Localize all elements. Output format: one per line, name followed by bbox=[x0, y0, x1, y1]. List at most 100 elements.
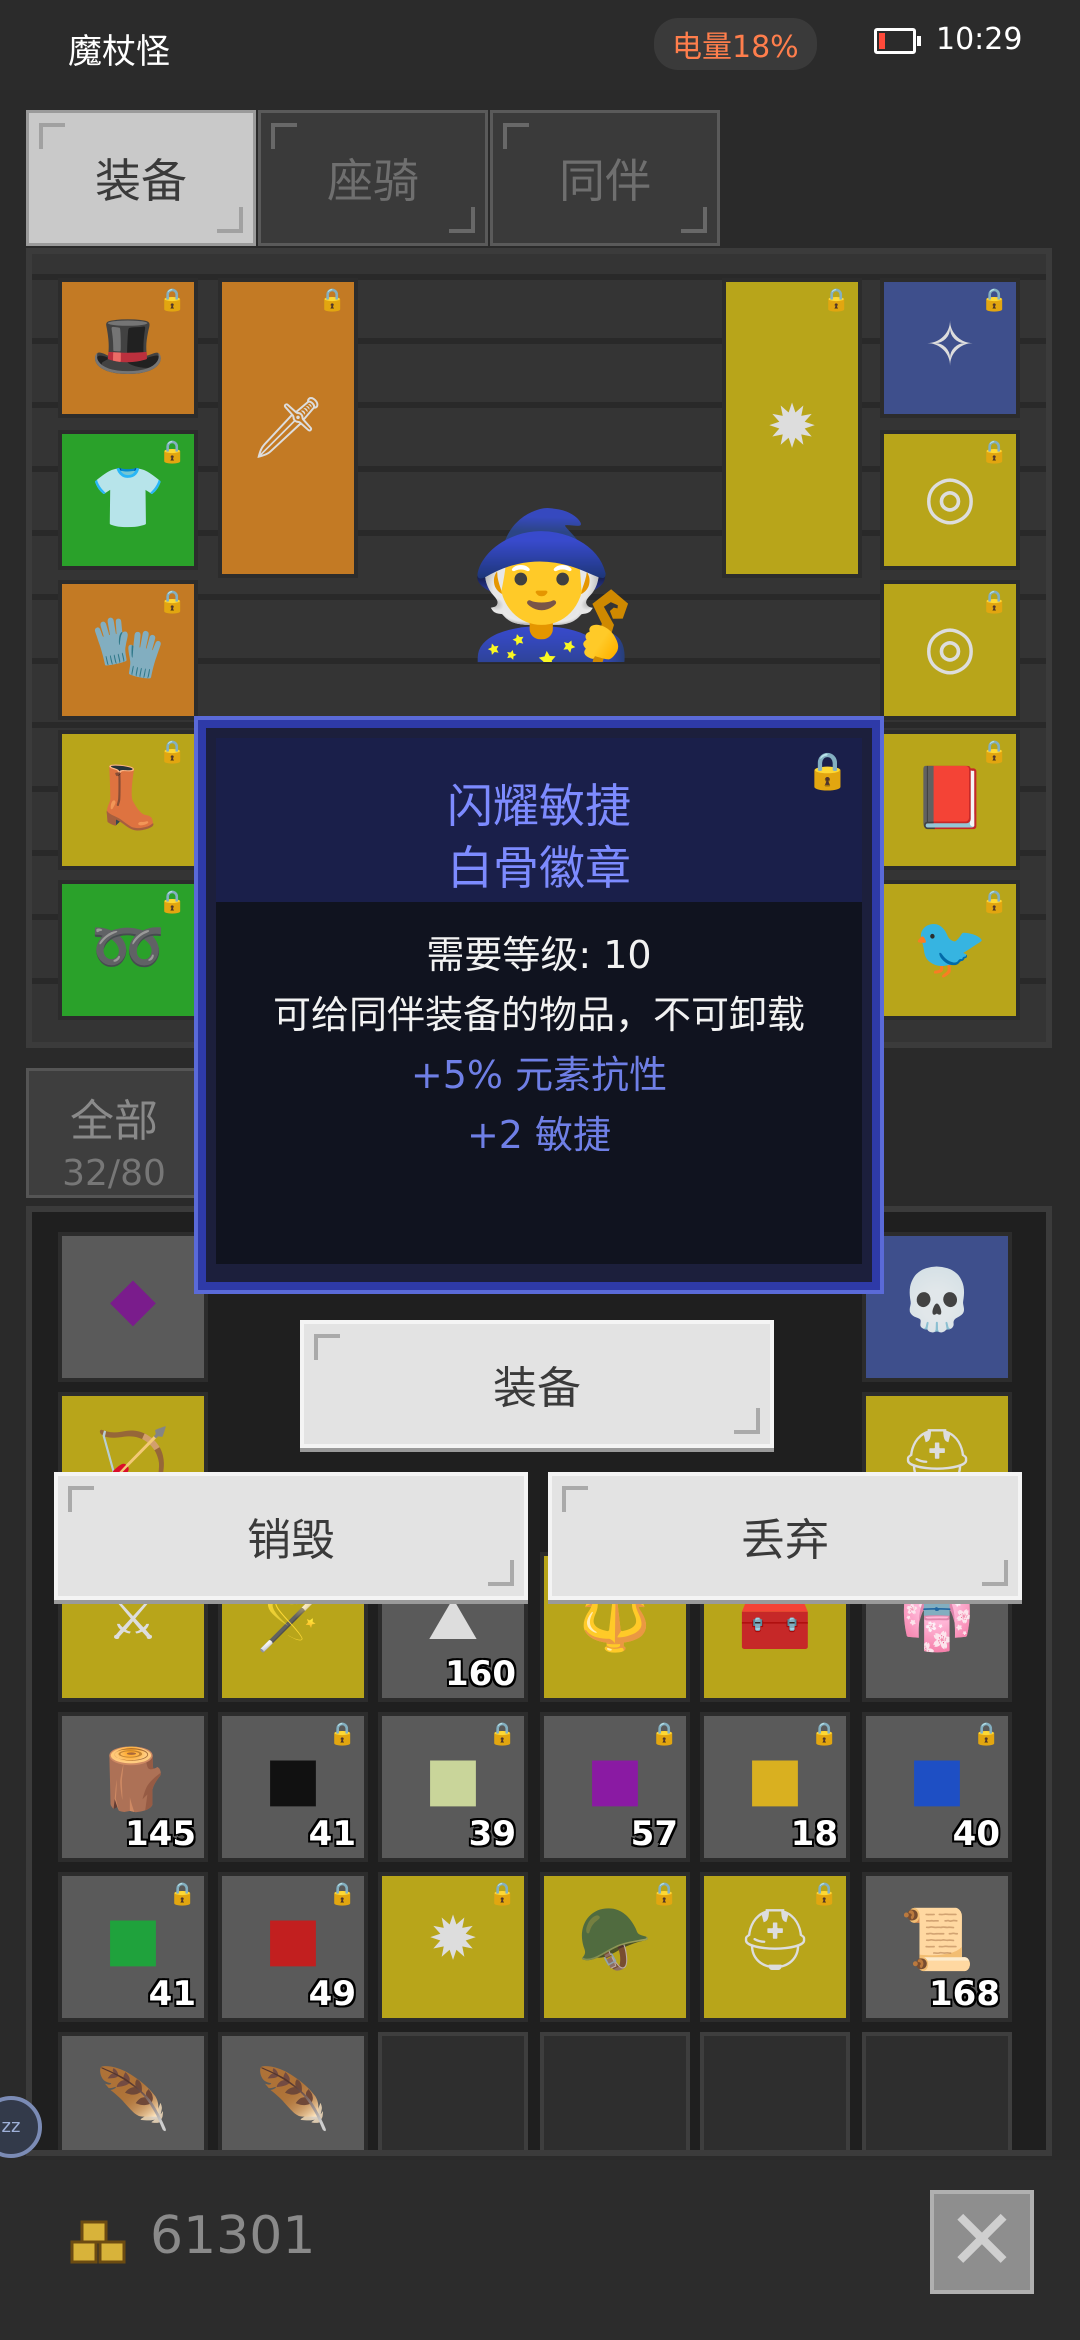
spiked-ball-icon: ✹ bbox=[766, 392, 818, 462]
stat-elemental-resistance: +5% 元素抗性 bbox=[410, 1053, 668, 1097]
lock-icon: 🔒 bbox=[980, 740, 1008, 765]
crystal-icon: ■ bbox=[424, 1744, 482, 1814]
tab-mount-label: 座骑 bbox=[327, 154, 419, 208]
cap-icon: 🪖 bbox=[577, 1905, 653, 1975]
lock-icon: 🔒 bbox=[650, 1882, 678, 1907]
inventory-item[interactable]: ■ 🔒 18 bbox=[700, 1712, 850, 1862]
inventory-item[interactable]: ■ 🔒 40 bbox=[862, 1712, 1012, 1862]
weapon-slot[interactable]: 🗡 🔒 bbox=[218, 278, 358, 578]
armor-slot[interactable]: 👕 🔒 bbox=[58, 430, 198, 570]
gold-amount: 61301 bbox=[150, 2206, 316, 2266]
item-count: 145 bbox=[125, 1814, 196, 1854]
feather-icon: 🪶 bbox=[95, 2065, 171, 2135]
item-count: 168 bbox=[929, 1974, 1000, 2014]
inventory-item[interactable]: 🪶 bbox=[218, 2032, 368, 2150]
amethyst-icon: ■ bbox=[586, 1744, 644, 1814]
lock-icon: 🔒 bbox=[980, 890, 1008, 915]
item-name: 白骨徽章 bbox=[447, 841, 631, 895]
inventory-item[interactable]: ✹ 🔒 bbox=[378, 1872, 528, 2022]
book-icon: 📕 bbox=[912, 763, 988, 833]
lock-icon: 🔒 bbox=[328, 1722, 356, 1747]
belt-slot[interactable]: ➿ 🔒 bbox=[58, 880, 198, 1020]
lock-icon: 🔒 bbox=[158, 740, 186, 765]
equip-button[interactable]: 装备 bbox=[300, 1320, 774, 1448]
helmet-slot[interactable]: 🎩 🔒 bbox=[58, 278, 198, 418]
filter-all-tab[interactable]: 全部 32/80 bbox=[26, 1068, 202, 1198]
inventory-item[interactable]: ■ 🔒 39 bbox=[378, 1712, 528, 1862]
close-button[interactable]: ✕ bbox=[930, 2190, 1034, 2294]
equip-button-label: 装备 bbox=[493, 1363, 581, 1414]
lock-icon: 🔒 bbox=[650, 1722, 678, 1747]
clock: 10:29 bbox=[936, 22, 1023, 57]
spiked-ball-icon: ✹ bbox=[427, 1904, 479, 1974]
pet-slot[interactable]: 🐦 🔒 bbox=[880, 880, 1020, 1020]
close-icon: ✕ bbox=[946, 2191, 1018, 2289]
inventory-item[interactable]: 🪶 bbox=[58, 2032, 208, 2150]
wood-icon: 🪵 bbox=[95, 1745, 171, 1815]
lock-icon: 🔒 bbox=[822, 288, 850, 313]
lock-icon: 🔒 bbox=[168, 1882, 196, 1907]
lock-icon: 🔒 bbox=[980, 288, 1008, 313]
discard-button[interactable]: 丢弃 bbox=[548, 1472, 1022, 1600]
inventory-item[interactable]: ■ 🔒 57 bbox=[540, 1712, 690, 1862]
inventory-item[interactable]: 🪖 🔒 bbox=[540, 1872, 690, 2022]
inventory-item[interactable]: ■ 🔒 41 bbox=[58, 1872, 208, 2022]
item-prefix-name: 闪耀敏捷 bbox=[447, 779, 631, 833]
inventory-item[interactable]: ■ 🔒 41 bbox=[218, 1712, 368, 1862]
lock-icon: 🔒 bbox=[158, 288, 186, 313]
tab-equipment[interactable]: 装备 bbox=[26, 110, 256, 246]
boots-icon: 👢 bbox=[90, 763, 166, 833]
empty-slot[interactable] bbox=[540, 2032, 690, 2150]
book-slot[interactable]: 📕 🔒 bbox=[880, 730, 1020, 870]
scroll-icon: 📜 bbox=[899, 1905, 975, 1975]
gold-coins-icon bbox=[70, 2220, 126, 2264]
coal-icon: ■ bbox=[264, 1744, 322, 1814]
lock-icon: 🔒 bbox=[810, 1722, 838, 1747]
item-count: 40 bbox=[952, 1814, 1000, 1854]
amulet-slot[interactable]: ✧ 🔒 bbox=[880, 278, 1020, 418]
item-count: 160 bbox=[445, 1654, 516, 1694]
item-count: 18 bbox=[790, 1814, 838, 1854]
inventory-count: 32/80 bbox=[62, 1153, 166, 1194]
inventory-item[interactable]: ⛑ 🔒 bbox=[700, 1872, 850, 2022]
lock-icon: 🔒 bbox=[158, 590, 186, 615]
ring-slot-2[interactable]: ◎ 🔒 bbox=[880, 580, 1020, 720]
destroy-button-label: 销毁 bbox=[247, 1515, 335, 1566]
gem-icon: ◆ bbox=[109, 1264, 157, 1334]
feather-icon: 🪶 bbox=[255, 2065, 331, 2135]
filter-all-label: 全部 bbox=[70, 1096, 158, 1147]
discard-button-label: 丢弃 bbox=[741, 1515, 829, 1566]
lock-icon: 🔒 bbox=[488, 1722, 516, 1747]
gloves-slot[interactable]: 🧤 🔒 bbox=[58, 580, 198, 720]
skull-icon: 💀 bbox=[899, 1265, 975, 1335]
inventory-item[interactable]: 💀 bbox=[862, 1232, 1012, 1382]
app-name: 魔杖怪 bbox=[68, 32, 170, 72]
tab-mount[interactable]: 座骑 bbox=[258, 110, 488, 246]
empty-slot[interactable] bbox=[862, 2032, 1012, 2150]
offhand-slot[interactable]: ✹ 🔒 bbox=[722, 278, 862, 578]
lock-icon: 🔒 bbox=[972, 1722, 1000, 1747]
amulet-icon: ✧ bbox=[924, 310, 976, 380]
inventory-item[interactable]: 📜 168 bbox=[862, 1872, 1012, 2022]
inventory-item[interactable]: ◆ bbox=[58, 1232, 208, 1382]
lock-icon: 🔒 bbox=[158, 890, 186, 915]
lock-icon: 🔒 bbox=[318, 288, 346, 313]
bird-icon: 🐦 bbox=[912, 913, 988, 983]
belt-icon: ➿ bbox=[90, 913, 166, 983]
item-count: 41 bbox=[308, 1814, 356, 1854]
empty-slot[interactable] bbox=[378, 2032, 528, 2150]
tab-companion[interactable]: 同伴 bbox=[490, 110, 720, 246]
battery-percentage: 电量18% bbox=[654, 18, 817, 70]
ring-slot-1[interactable]: ◎ 🔒 bbox=[880, 430, 1020, 570]
destroy-button[interactable]: 销毁 bbox=[54, 1472, 528, 1600]
lock-icon: 🔒 bbox=[158, 440, 186, 465]
battery-icon bbox=[874, 28, 921, 54]
inventory-item[interactable]: ■ 🔒 49 bbox=[218, 1872, 368, 2022]
emerald-icon: ■ bbox=[104, 1904, 162, 1974]
empty-slot[interactable] bbox=[700, 2032, 850, 2150]
boots-slot[interactable]: 👢 🔒 bbox=[58, 730, 198, 870]
item-count: 41 bbox=[148, 1974, 196, 2014]
inventory-item[interactable]: 🪵 145 bbox=[58, 1712, 208, 1862]
lock-icon: 🔒 bbox=[488, 1882, 516, 1907]
item-tooltip: 🔒 闪耀敏捷 白骨徽章 需要等级: 10 可给同伴装备的物品，不可卸载 +5% … bbox=[194, 716, 884, 1294]
